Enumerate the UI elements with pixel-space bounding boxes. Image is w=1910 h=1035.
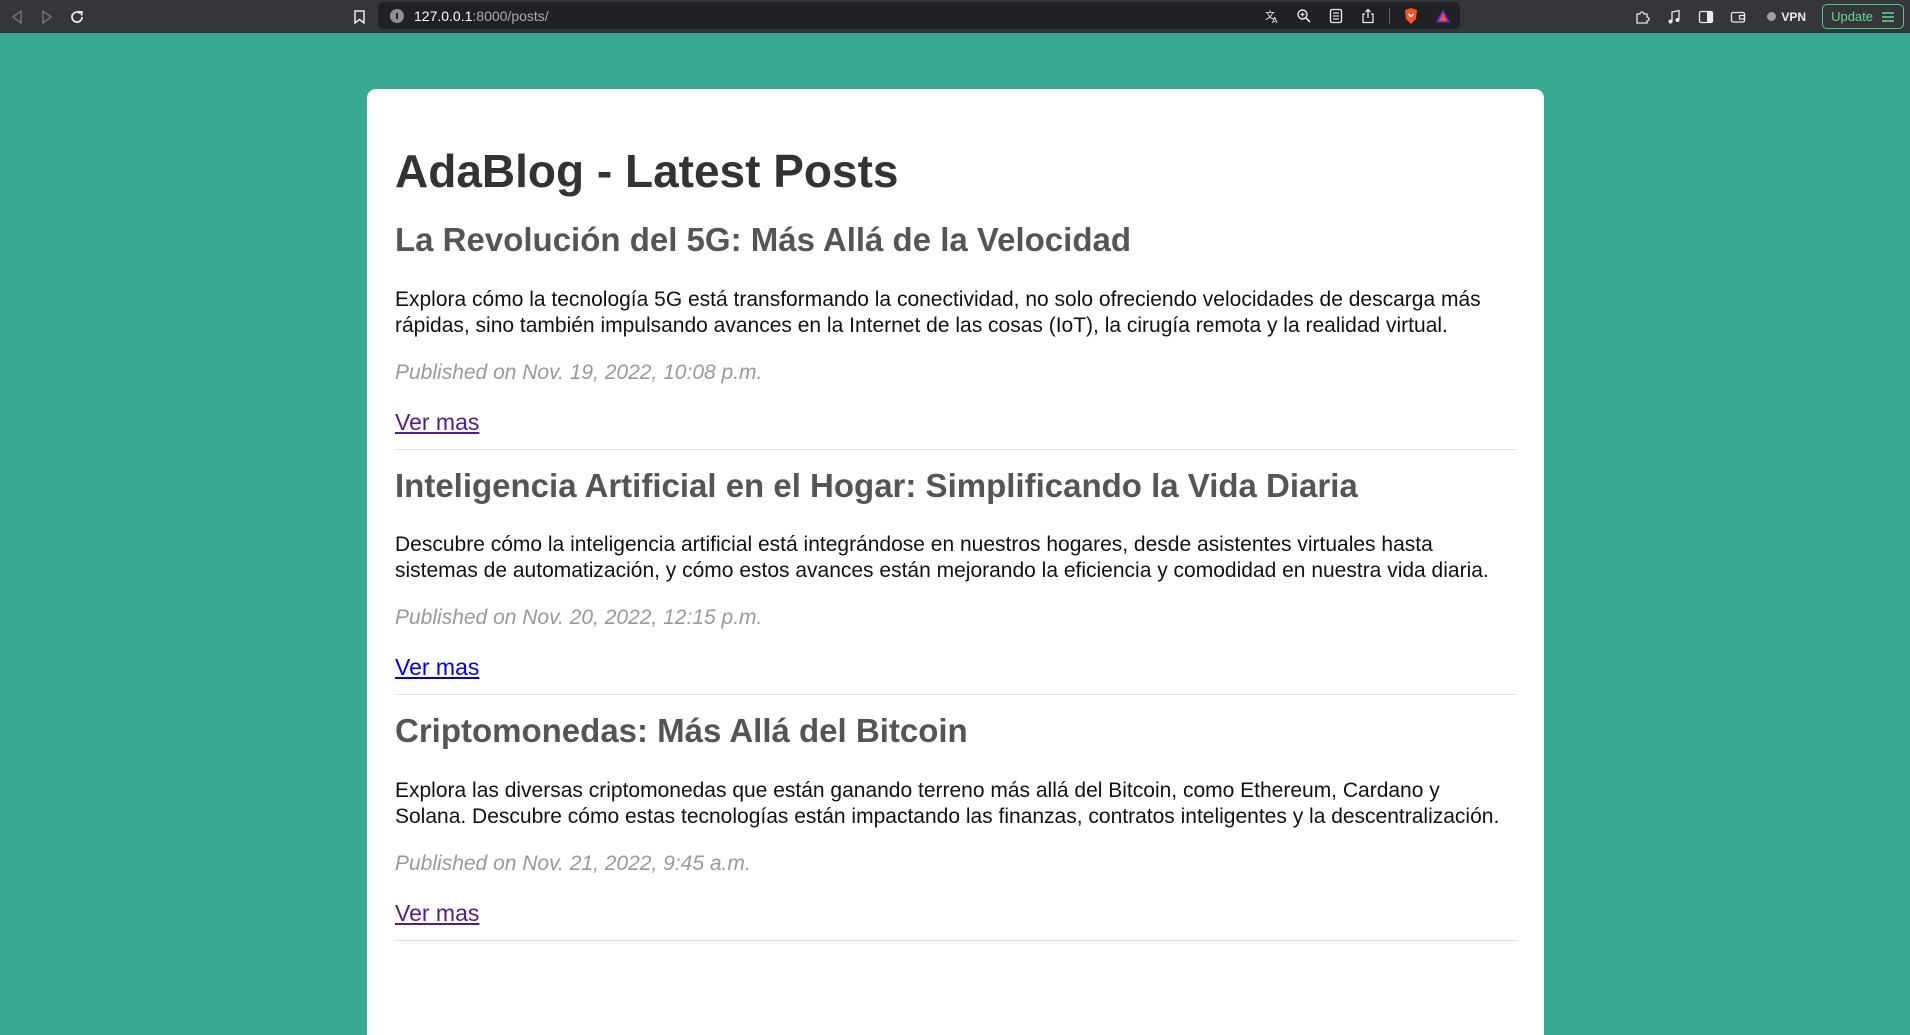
reload-icon [71, 10, 84, 23]
update-label: Update [1831, 9, 1873, 24]
posts-container: AdaBlog - Latest Posts La Revolución del… [367, 89, 1544, 1035]
vpn-label: VPN [1781, 9, 1807, 24]
post-item: Inteligencia Artificial en el Hogar: Sim… [395, 466, 1516, 696]
back-button[interactable] [2, 0, 32, 33]
back-arrow-icon [12, 9, 22, 24]
menu-icon [1882, 11, 1894, 22]
post-title: La Revolución del 5G: Más Allá de la Vel… [395, 221, 1131, 259]
url-path: :8000/posts/ [472, 7, 549, 24]
post-excerpt: Descubre cómo la inteligencia artificial… [395, 533, 1489, 583]
reader-mode-icon[interactable] [1325, 5, 1347, 27]
address-bar[interactable]: 127.0.0.1:8000/posts/ 文A [378, 2, 1460, 29]
post-item: Criptomonedas: Más Allá del Bitcoin Expl… [395, 711, 1516, 941]
wallet-icon[interactable] [1727, 6, 1749, 28]
post-title: Criptomonedas: Más Allá del Bitcoin [395, 712, 968, 750]
media-music-icon[interactable] [1663, 6, 1685, 28]
vpn-status-icon [1767, 12, 1777, 21]
site-info-icon[interactable] [390, 8, 404, 23]
post-item: La Revolución del 5G: Más Allá de la Vel… [395, 220, 1516, 450]
forward-button[interactable] [32, 0, 62, 33]
vpn-button[interactable]: VPN [1767, 10, 1806, 24]
read-more-link[interactable]: Ver mas [395, 654, 479, 680]
bookmark-button[interactable] [344, 0, 374, 33]
read-more-link[interactable]: Ver mas [395, 900, 479, 926]
svg-text:A: A [1272, 16, 1278, 24]
url-text[interactable]: 127.0.0.1:8000/posts/ [414, 8, 549, 24]
page-title: AdaBlog - Latest Posts [395, 145, 899, 197]
post-date: Published on Nov. 21, 2022, 9:45 a.m. [395, 851, 751, 875]
post-title: Inteligencia Artificial en el Hogar: Sim… [395, 466, 1358, 504]
extensions-icon[interactable] [1631, 6, 1653, 28]
sidebar-toggle-icon[interactable] [1695, 6, 1717, 28]
update-button[interactable]: Update [1822, 4, 1904, 29]
brave-shields-icon[interactable] [1400, 5, 1422, 27]
share-icon[interactable] [1357, 5, 1379, 27]
forward-arrow-icon [42, 9, 52, 24]
toolbar-divider [1389, 7, 1390, 24]
brave-rewards-icon[interactable] [1432, 5, 1454, 27]
post-date: Published on Nov. 19, 2022, 10:08 p.m. [395, 360, 763, 384]
reload-button[interactable] [62, 0, 92, 33]
translate-icon[interactable]: 文A [1261, 5, 1283, 27]
bookmark-icon [353, 9, 365, 24]
post-excerpt: Explora las diversas criptomonedas que e… [395, 778, 1500, 828]
post-excerpt: Explora cómo la tecnología 5G está trans… [395, 287, 1481, 337]
post-date: Published on Nov. 20, 2022, 12:15 p.m. [395, 606, 763, 630]
url-host: 127.0.0.1 [414, 7, 473, 24]
zoom-icon[interactable] [1293, 5, 1315, 27]
browser-toolbar: 127.0.0.1:8000/posts/ 文A VPN Update [0, 0, 1910, 33]
read-more-link[interactable]: Ver mas [395, 409, 479, 435]
